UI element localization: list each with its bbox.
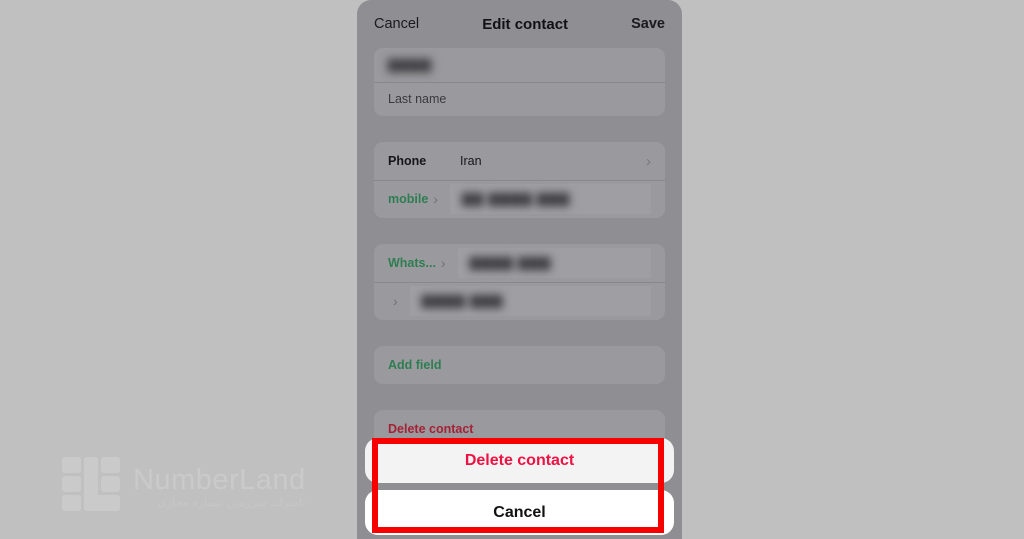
numberland-watermark: NumberLand نامبرلند سرزمین شماره مجازی bbox=[62, 452, 322, 524]
phone-number-value: ▇▇ ▇▇▇▇ ▇▇▇ bbox=[461, 191, 571, 206]
add-field-label: Add field bbox=[388, 358, 442, 372]
page-title: Edit contact bbox=[482, 15, 569, 33]
name-card: ▇▇▇▇ Last name bbox=[374, 48, 665, 116]
nav-cancel-button[interactable]: Cancel bbox=[374, 16, 419, 32]
whatsapp-row[interactable]: Whats... › ▇▇▇▇ ▇▇▇ bbox=[374, 244, 665, 282]
chevron-right-icon[interactable]: › bbox=[441, 256, 446, 270]
chevron-right-icon[interactable]: › bbox=[393, 294, 398, 308]
chevron-right-icon[interactable]: › bbox=[646, 154, 651, 169]
phone-card: Phone Iran › mobile › ▇▇ ▇▇▇▇ ▇▇▇ bbox=[374, 142, 665, 218]
first-name-value: ▇▇▇▇ bbox=[388, 57, 432, 72]
action-sheet-group: Delete contact bbox=[365, 438, 674, 483]
delete-contact-label: Delete contact bbox=[388, 422, 474, 436]
numberland-logo-icon bbox=[62, 457, 120, 519]
add-field-row[interactable]: Add field bbox=[374, 346, 665, 384]
phone-type-label[interactable]: mobile bbox=[388, 192, 428, 206]
edit-contact-form: ▇▇▇▇ Last name Phone Iran › mobile › ▇▇ … bbox=[357, 48, 682, 448]
action-sheet: Delete contact Cancel bbox=[357, 438, 682, 539]
action-sheet-cancel-button[interactable]: Cancel bbox=[365, 490, 674, 535]
action-sheet-delete-button[interactable]: Delete contact bbox=[365, 438, 674, 483]
phone-number-field[interactable]: ▇▇ ▇▇▇▇ ▇▇▇ bbox=[449, 184, 651, 214]
last-name-row[interactable]: Last name bbox=[374, 82, 665, 116]
phone-country-value: Iran bbox=[460, 154, 482, 168]
whatsapp-label[interactable]: Whats... bbox=[388, 256, 436, 270]
page-canvas: NumberLand نامبرلند سرزمین شماره مجازی C… bbox=[0, 0, 1024, 539]
phone-number-row[interactable]: mobile › ▇▇ ▇▇▇▇ ▇▇▇ bbox=[374, 180, 665, 218]
last-name-placeholder: Last name bbox=[388, 92, 447, 106]
add-field-card[interactable]: Add field bbox=[374, 346, 665, 384]
phone-country-row[interactable]: Phone Iran › bbox=[374, 142, 665, 180]
navigation-bar: Cancel Edit contact Save bbox=[357, 0, 682, 48]
phone-screen: Cancel Edit contact Save ▇▇▇▇ Last name … bbox=[357, 0, 682, 539]
watermark-tagline: نامبرلند سرزمین شماره مجازی bbox=[157, 496, 306, 509]
first-name-row[interactable]: ▇▇▇▇ bbox=[374, 48, 665, 82]
secondary-messaging-value-field[interactable]: ▇▇▇▇ ▇▇▇ bbox=[409, 286, 651, 316]
secondary-messaging-value: ▇▇▇▇ ▇▇▇ bbox=[421, 293, 504, 308]
chevron-right-icon[interactable]: › bbox=[433, 192, 438, 206]
nav-save-button[interactable]: Save bbox=[631, 16, 665, 32]
messaging-card: Whats... › ▇▇▇▇ ▇▇▇ › ▇▇▇▇ ▇▇▇ bbox=[374, 244, 665, 320]
secondary-messaging-row[interactable]: › ▇▇▇▇ ▇▇▇ bbox=[374, 282, 665, 320]
whatsapp-value: ▇▇▇▇ ▇▇▇ bbox=[469, 255, 552, 270]
whatsapp-value-field[interactable]: ▇▇▇▇ ▇▇▇ bbox=[457, 248, 651, 278]
watermark-brand: NumberLand bbox=[133, 464, 306, 497]
phone-label: Phone bbox=[388, 154, 427, 168]
